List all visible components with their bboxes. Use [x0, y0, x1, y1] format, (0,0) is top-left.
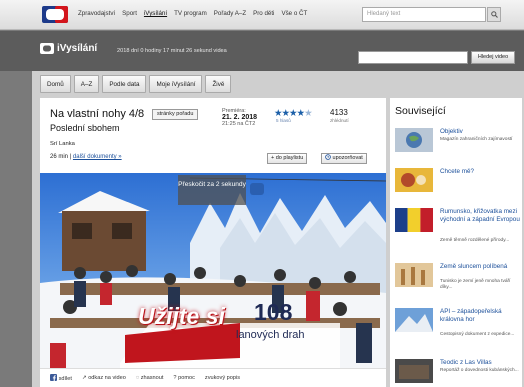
facebook-icon: [50, 374, 57, 381]
related-desc: Tunisko je zemí jeně mnoha tváří díky...: [440, 279, 511, 290]
topnav-zpravodajstvi[interactable]: Zpravodajství: [78, 10, 115, 17]
ct-logo[interactable]: [42, 6, 68, 23]
dim-lights-action[interactable]: ◌ zhasnout: [136, 375, 164, 381]
pizza-thumb-icon: [395, 168, 433, 192]
topnav-pro-deti[interactable]: Pro děti: [253, 10, 274, 17]
ruins-thumb-icon: [395, 263, 433, 287]
view-count: 4133: [330, 108, 348, 117]
site-search-input[interactable]: Hledaný text: [362, 7, 486, 22]
related-title: Chcete mě?: [440, 168, 474, 175]
related-desc: Cestopisný dokument z expedice...: [440, 332, 515, 337]
link-action[interactable]: ↗ odkaz na video: [82, 375, 126, 381]
share-action[interactable]: sdílet: [50, 374, 72, 382]
related-thumbnail: [395, 263, 433, 287]
premiere-info: Premiéra: 21. 2. 2018 21:25 na ČT2: [222, 108, 257, 128]
rating-votes: 5 hlasů: [276, 118, 291, 123]
topnav-vse-o-ct[interactable]: Vše o ČT: [281, 10, 307, 17]
related-title: Objektiv: [440, 128, 463, 135]
related-item[interactable]: Chcete mě?: [395, 168, 519, 208]
related-thumbnail: [395, 128, 433, 152]
clock-icon: [325, 154, 331, 160]
more-documentaries-link[interactable]: další dokumenty »: [73, 154, 122, 160]
related-item[interactable]: Rumunsko, křižovatka mezi východní a záp…: [395, 208, 520, 248]
archive-length-status: 2018 dní 0 hodiny 17 minut 26 sekund vid…: [117, 48, 227, 54]
episode-duration: 26 min: [50, 154, 69, 160]
link-icon: ↗: [81, 375, 87, 381]
related-thumbnail: [395, 359, 433, 383]
related-heading: Související: [395, 105, 446, 117]
ad-headline: Užijte si: [138, 303, 225, 329]
site-topbar: Zpravodajství Sport iVysílání TV program…: [0, 0, 524, 30]
ad-number: 108: [254, 299, 293, 325]
show-pages-button[interactable]: stránky pořadu: [152, 109, 199, 120]
ad-subline: lanových drah: [236, 329, 305, 341]
related-title: API – západopeřelská královna hor: [440, 308, 502, 323]
video-search-button[interactable]: Hledej video: [471, 51, 515, 64]
rating-half-star: ★: [304, 108, 312, 119]
share-label: sdílet: [58, 376, 72, 382]
ct-logo-small-icon: [40, 43, 54, 54]
mountain-thumb-icon: [395, 308, 433, 332]
reminder-label: upozorňovat: [332, 155, 363, 161]
topnav-ivysilani[interactable]: iVysílání: [144, 10, 167, 17]
related-title: Země sluncem políbená: [440, 263, 508, 270]
ivysilani-logo[interactable]: iVysílání: [40, 43, 97, 54]
related-item[interactable]: Teodic z Las Villas Reportáž o dovednost…: [395, 359, 519, 387]
related-sidebar: Související Objektiv Magazín zahraničníc…: [390, 98, 522, 387]
view-count-label: zhlédnutí: [330, 118, 349, 123]
audio-description-action[interactable]: zvukový popis: [205, 375, 240, 381]
video-action-bar: sdílet ↗ odkaz na video ◌ zhasnout ? pom…: [40, 368, 386, 387]
skip-ad-overlay[interactable]: Přeskočit za 2 sekundy: [178, 175, 246, 205]
flag-thumb-icon: [395, 208, 433, 232]
top-navigation: Zpravodajství Sport iVysílání TV program…: [78, 10, 307, 17]
subnav-a-z[interactable]: A–Z: [73, 75, 100, 93]
search-icon: [490, 11, 498, 18]
related-thumbnail: [395, 308, 433, 332]
related-thumbnail: [395, 168, 433, 192]
related-desc: Reportáž o dovednosti kubánských...: [440, 368, 519, 373]
page-body: Domů A–Z Podle data Moje iVysílání Živě …: [32, 71, 524, 387]
related-title: Rumunsko, křižovatka mezi východní a záp…: [440, 208, 520, 223]
topnav-sport[interactable]: Sport: [122, 10, 137, 17]
episode-duration-row: 26 min | další dokumenty »: [50, 154, 122, 160]
subnav-domu[interactable]: Domů: [40, 75, 71, 93]
video-search-input[interactable]: [358, 51, 468, 64]
subnav-podle-data[interactable]: Podle data: [102, 75, 147, 93]
episode-title: Na vlastní nohy 4/8: [50, 108, 145, 120]
subnav-zive[interactable]: Živě: [205, 75, 232, 93]
related-title: Teodic z Las Villas: [440, 359, 492, 366]
dim-label: zhasnout: [140, 375, 164, 381]
ivysilani-subnav: Domů A–Z Podle data Moje iVysílání Živě: [40, 75, 232, 93]
help-icon: ?: [173, 375, 177, 381]
link-label: odkaz na video: [88, 375, 126, 381]
related-thumbnail: [395, 208, 433, 232]
episode-panel: Na vlastní nohy 4/8 Poslední sbohem strá…: [40, 98, 386, 387]
ivysilani-header: iVysílání 2018 dní 0 hodiny 17 minut 26 …: [0, 31, 524, 71]
reminder-button[interactable]: upozorňovat: [321, 153, 367, 164]
related-item[interactable]: API – západopeřelská královna hor Cestop…: [395, 308, 519, 348]
site-search-button[interactable]: [487, 7, 501, 22]
topnav-porady-az[interactable]: Pořady A–Z: [214, 10, 246, 17]
topnav-tv-program[interactable]: TV program: [174, 10, 207, 17]
related-item[interactable]: Země sluncem políbená Tunisko je zemí je…: [395, 263, 519, 303]
bulb-icon: ◌: [135, 375, 140, 381]
subnav-moje-ivysilani[interactable]: Moje iVysílání: [149, 75, 203, 93]
premiere-time: 21:25 na ČT2: [222, 121, 256, 127]
help-label: pomoc: [178, 375, 195, 381]
street-thumb-icon: [395, 359, 433, 383]
episode-country: Srí Lanka: [50, 141, 75, 147]
related-item[interactable]: Objektiv Magazín zahraničních zajímavost…: [395, 128, 519, 168]
episode-subtitle: Poslední sbohem: [50, 123, 120, 133]
video-player[interactable]: Přeskočit za 2 sekundy Užijte si 108 lan…: [40, 173, 386, 368]
related-desc: Země těmně rozdělené přírody...: [440, 238, 510, 243]
help-action[interactable]: ? pomoc: [173, 375, 194, 381]
add-to-playlist-button[interactable]: + do playlistu: [267, 153, 308, 164]
ivysilani-brand: iVysílání: [57, 43, 98, 54]
globe-thumb-icon: [395, 128, 433, 152]
related-desc: Magazín zahraničních zajímavostí: [440, 137, 513, 142]
